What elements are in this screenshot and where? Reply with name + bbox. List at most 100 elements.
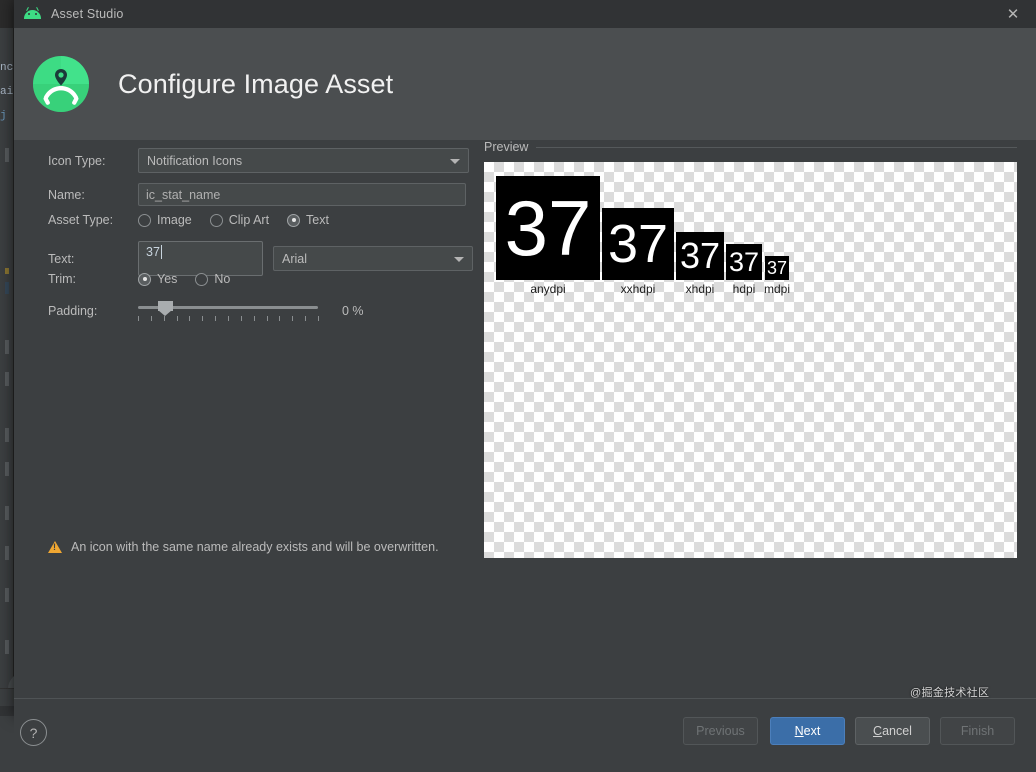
text-input[interactable]: 37 [138,241,263,276]
next-button[interactable]: Next [770,717,845,745]
preview-density-label: xhdpi [686,282,715,296]
background-scroll-marker [5,340,9,354]
name-input[interactable]: ic_stat_name [138,183,466,206]
preview-tile: 37 [496,176,600,280]
asset-type-label: Asset Type: [48,213,138,227]
configuration-form: Icon Type: Notification Icons Name: ic_s… [14,140,474,460]
dialog-title: Asset Studio [51,7,124,21]
preview-density-hdpi: 37 hdpi [726,244,762,296]
asset-type-radio-image[interactable]: Image [138,213,192,227]
preview-density-anydpi: 37 anydpi [496,176,600,296]
next-button-label: ext [804,724,821,738]
trim-radio-yes-label: Yes [157,272,177,286]
background-code-fragment: ai [0,86,13,98]
dialog-footer: ? Previous Next Cancel Finish [14,698,1036,772]
background-code-fragment: j [0,110,7,122]
preview-density-label: mdpi [764,282,790,296]
field-padding: Padding: 0 % [48,300,364,322]
background-scroll-marker [5,462,9,476]
background-scroll-marker [5,506,9,520]
warning-text: An icon with the same name already exist… [71,540,439,554]
field-icon-type: Icon Type: Notification Icons [48,148,469,173]
android-studio-logo-icon [32,55,90,113]
radio-dot-icon [138,273,151,286]
icon-type-value: Notification Icons [147,154,242,168]
preview-density-mdpi: 37 mdpi [764,256,790,296]
background-scroll-marker [5,282,9,294]
help-label: ? [30,725,38,741]
padding-slider[interactable] [138,300,318,322]
background-scroll-marker [5,640,9,654]
text-input-value: 37 [146,245,160,259]
preview-tile: 37 [676,232,724,280]
previous-button-label: Previous [696,724,745,738]
field-name: Name: ic_stat_name [48,183,466,206]
preview-density-label: anydpi [530,282,565,296]
finish-button[interactable]: Finish [940,717,1015,745]
asset-type-radio-clipart-label: Clip Art [229,213,269,227]
name-label: Name: [48,188,138,202]
padding-slider-ticks [138,316,318,322]
preview-label: Preview [484,140,528,154]
preview-tile: 37 [765,256,789,280]
background-scroll-marker [5,148,9,162]
padding-value: 0 % [342,304,364,318]
warning-message: An icon with the same name already exist… [48,540,439,554]
field-asset-type: Asset Type: Image Clip Art Text [48,213,347,227]
cancel-button-label: ancel [882,724,912,738]
field-text: Text: 37 Arial [48,241,473,276]
trim-radio-no[interactable]: No [195,272,230,286]
watermark: @掘金技术社区 [910,684,989,700]
chevron-down-icon [450,159,460,164]
font-select-value: Arial [282,252,307,266]
preview-tile: 37 [726,244,762,280]
asset-type-radio-clipart[interactable]: Clip Art [210,213,269,227]
android-head-icon [24,9,41,19]
icon-type-label: Icon Type: [48,154,138,168]
preview-density-xxhdpi: 37xxhdpi [602,208,674,296]
previous-button[interactable]: Previous [683,717,758,745]
asset-type-radio-image-label: Image [157,213,192,227]
cancel-button-mnemonic: C [873,724,882,738]
radio-dot-icon [195,273,208,286]
radio-dot-icon [287,214,300,227]
next-button-mnemonic: N [795,724,804,738]
font-select[interactable]: Arial [273,246,473,271]
text-label: Text: [48,252,138,266]
dialog-titlebar: Asset Studio ✕ [14,0,1036,28]
background-code-fragment: nc [0,62,13,74]
chevron-down-icon [454,257,464,262]
background-scroll-marker [5,546,9,560]
background-scroll-marker [5,372,9,386]
preview-header: Preview [484,140,1017,154]
preview-density-label: hdpi [733,282,756,296]
preview-divider [536,147,1017,148]
dialog-header: Configure Image Asset [14,28,1036,140]
page-title: Configure Image Asset [118,69,393,100]
dialog-body: Icon Type: Notification Icons Name: ic_s… [14,140,1036,698]
radio-dot-icon [210,214,223,227]
name-input-value: ic_stat_name [146,188,220,202]
preview-canvas: 37anydpi37xxhdpi37xhdpi37hdpi37mdpi [484,162,1017,558]
asset-type-radio-text[interactable]: Text [287,213,329,227]
trim-label: Trim: [48,272,138,286]
background-scroll-marker [5,268,9,274]
icon-type-select[interactable]: Notification Icons [138,148,469,173]
background-scroll-marker [5,428,9,442]
text-cursor [161,245,162,259]
preview-tile: 37 [602,208,674,280]
field-trim: Trim: Yes No [48,272,248,286]
preview-section: Preview 37anydpi37xxhdpi37xhdpi37hdpi37m… [484,140,1017,558]
warning-triangle-icon [48,541,62,553]
help-button[interactable]: ? [20,719,47,746]
close-icon[interactable]: ✕ [990,0,1036,28]
background-scroll-marker [5,588,9,602]
padding-label: Padding: [48,304,138,318]
asset-type-radio-text-label: Text [306,213,329,227]
finish-button-label: Finish [961,724,994,738]
radio-dot-icon [138,214,151,227]
cancel-button[interactable]: Cancel [855,717,930,745]
trim-radio-yes[interactable]: Yes [138,272,177,286]
padding-slider-thumb[interactable] [158,301,173,316]
asset-studio-dialog: Asset Studio ✕ Configure Image Asset Ico… [14,0,1036,716]
